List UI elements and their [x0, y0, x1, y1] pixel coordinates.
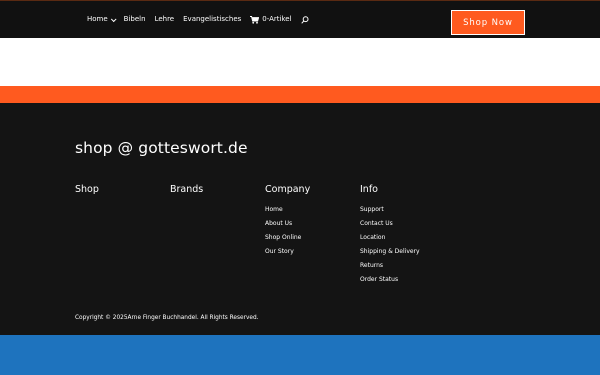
main-nav: Home Bibeln Lehre Evangelistisches 0-Art… [87, 15, 309, 24]
content-area [0, 38, 600, 86]
footer-link-home[interactable]: Home [265, 206, 360, 213]
bottom-band [0, 335, 600, 375]
footer-column-heading: Shop [75, 184, 99, 195]
footer-column-company: Company Home About Us Shop Online Our St… [265, 184, 360, 262]
footer-link-support[interactable]: Support [360, 206, 455, 213]
copyright-text: Copyright © 2025Arne Finger Buchhandel. … [75, 315, 259, 321]
footer-column-shop: Shop [75, 184, 170, 206]
header-top-border [0, 0, 600, 1]
nav-item-label: Home [87, 15, 108, 23]
nav-item-label: Lehre [154, 15, 175, 23]
chevron-down-icon [110, 15, 117, 22]
nav-item-evangelistisches[interactable]: Evangelistisches [183, 15, 241, 24]
footer-link-about-us[interactable]: About Us [265, 220, 360, 227]
footer-column-heading: Info [360, 184, 378, 195]
nav-item-label: Bibeln [123, 15, 146, 23]
footer-link-shipping-delivery[interactable]: Shipping & Delivery [360, 248, 455, 255]
footer-link-our-story[interactable]: Our Story [265, 248, 360, 255]
site-header: Home Bibeln Lehre Evangelistisches 0-Art… [0, 0, 600, 38]
footer-link-returns[interactable]: Returns [360, 262, 455, 269]
nav-item-bibeln[interactable]: Bibeln [124, 15, 146, 24]
shop-now-button[interactable]: Shop Now [451, 10, 525, 35]
search-icon[interactable] [300, 15, 309, 24]
cart-link[interactable]: 0-Artikel [250, 15, 292, 24]
site-footer: shop @ gotteswort.de Shop Brands Company… [0, 103, 600, 335]
footer-link-order-status[interactable]: Order Status [360, 276, 455, 283]
nav-item-home[interactable]: Home [87, 15, 117, 24]
footer-column-brands: Brands [170, 184, 265, 206]
footer-column-heading: Company [265, 184, 311, 195]
footer-link-location[interactable]: Location [360, 234, 455, 241]
footer-column-info: Info Support Contact Us Location Shippin… [360, 184, 455, 290]
nav-item-lehre[interactable]: Lehre [155, 15, 175, 24]
shopping-cart-icon [250, 15, 260, 24]
orange-divider [0, 86, 600, 103]
cart-label: 0-Artikel [262, 15, 292, 23]
footer-column-heading: Brands [170, 184, 204, 195]
footer-link-shop-online[interactable]: Shop Online [265, 234, 360, 241]
nav-item-label: Evangelistisches [183, 15, 242, 23]
footer-link-contact-us[interactable]: Contact Us [360, 220, 455, 227]
footer-title: shop @ gotteswort.de [75, 139, 248, 157]
